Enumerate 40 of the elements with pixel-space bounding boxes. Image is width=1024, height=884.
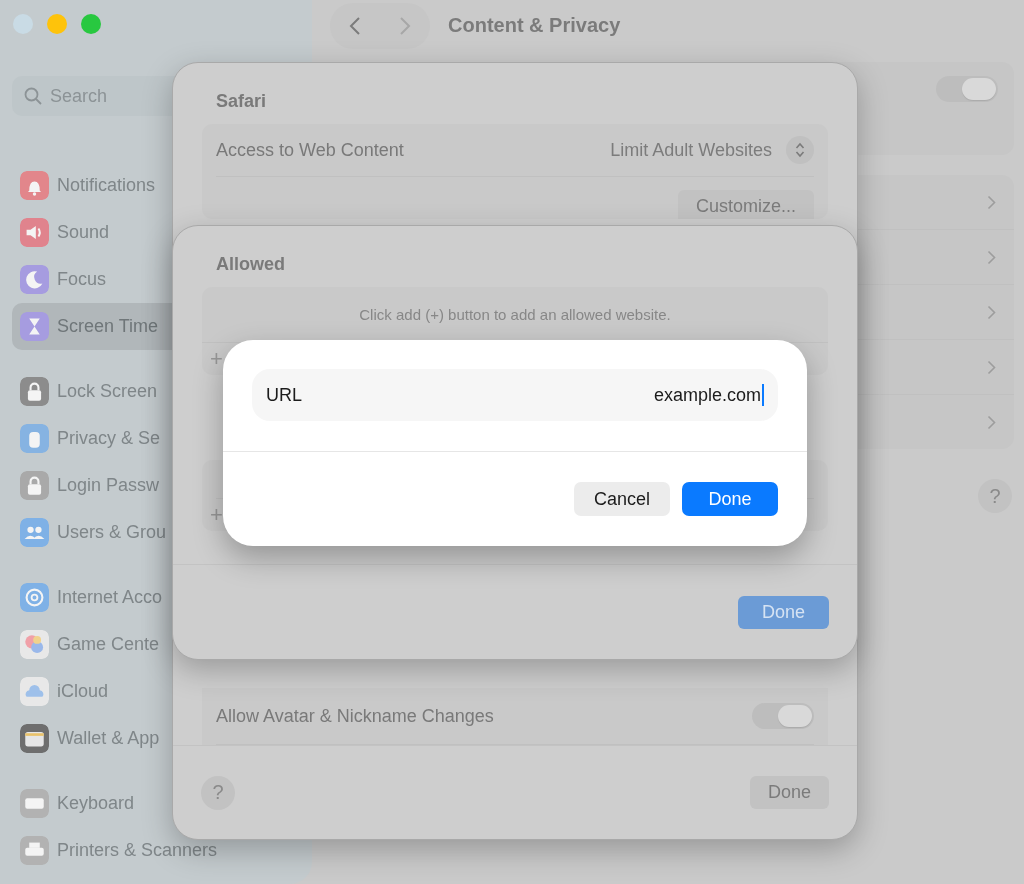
- setting-label: Access to Web Content: [216, 139, 404, 161]
- sidebar-item[interactable]: Printers & Scanners: [12, 827, 300, 874]
- lock-icon: [20, 471, 49, 500]
- chevron-right-icon: [987, 249, 996, 265]
- done-button[interactable]: Done: [682, 482, 778, 516]
- content-popup[interactable]: Limit Adult Websites: [610, 136, 814, 164]
- hourglass-icon: [20, 312, 49, 341]
- toggle-switch[interactable]: [752, 703, 814, 729]
- chevron-left-icon: [349, 16, 361, 36]
- wallet-icon: [20, 724, 49, 753]
- help-button[interactable]: ?: [978, 479, 1012, 513]
- moon-icon: [20, 265, 49, 294]
- chevron-right-icon: [987, 194, 996, 210]
- customize-button[interactable]: Customize...: [677, 190, 814, 219]
- bell-icon: [20, 171, 49, 200]
- people-icon: [20, 518, 49, 547]
- printer-icon: [20, 836, 49, 865]
- url-field[interactable]: URL example.com: [252, 369, 778, 421]
- zoom-button[interactable]: [81, 14, 101, 34]
- cancel-button[interactable]: Cancel: [573, 482, 670, 516]
- empty-list-hint: Click add (+) button to add an allowed website.: [359, 306, 671, 323]
- setting-label: Allow Avatar & Nickname Changes: [216, 705, 494, 727]
- section-title: Safari: [215, 90, 268, 113]
- window-title: Content & Privacy: [448, 13, 621, 37]
- bubbles-icon: [20, 630, 49, 659]
- search-icon: [24, 87, 42, 105]
- help-button[interactable]: ?: [201, 775, 235, 810]
- minimize-button[interactable]: [47, 14, 67, 34]
- speaker-icon: [20, 218, 49, 247]
- done-button[interactable]: Done: [737, 595, 829, 629]
- lock-icon: [20, 377, 49, 406]
- chevron-right-icon: [987, 414, 996, 430]
- chevron-right-icon: [987, 304, 996, 320]
- cloud-icon: [20, 677, 49, 706]
- done-button[interactable]: Done: [749, 776, 829, 809]
- section-title: Allowed: [215, 253, 286, 276]
- chevron-right-icon: [399, 16, 411, 36]
- toggle-switch[interactable]: [936, 76, 998, 102]
- chevron-right-icon: [987, 359, 996, 375]
- up-down-icon: [795, 142, 805, 158]
